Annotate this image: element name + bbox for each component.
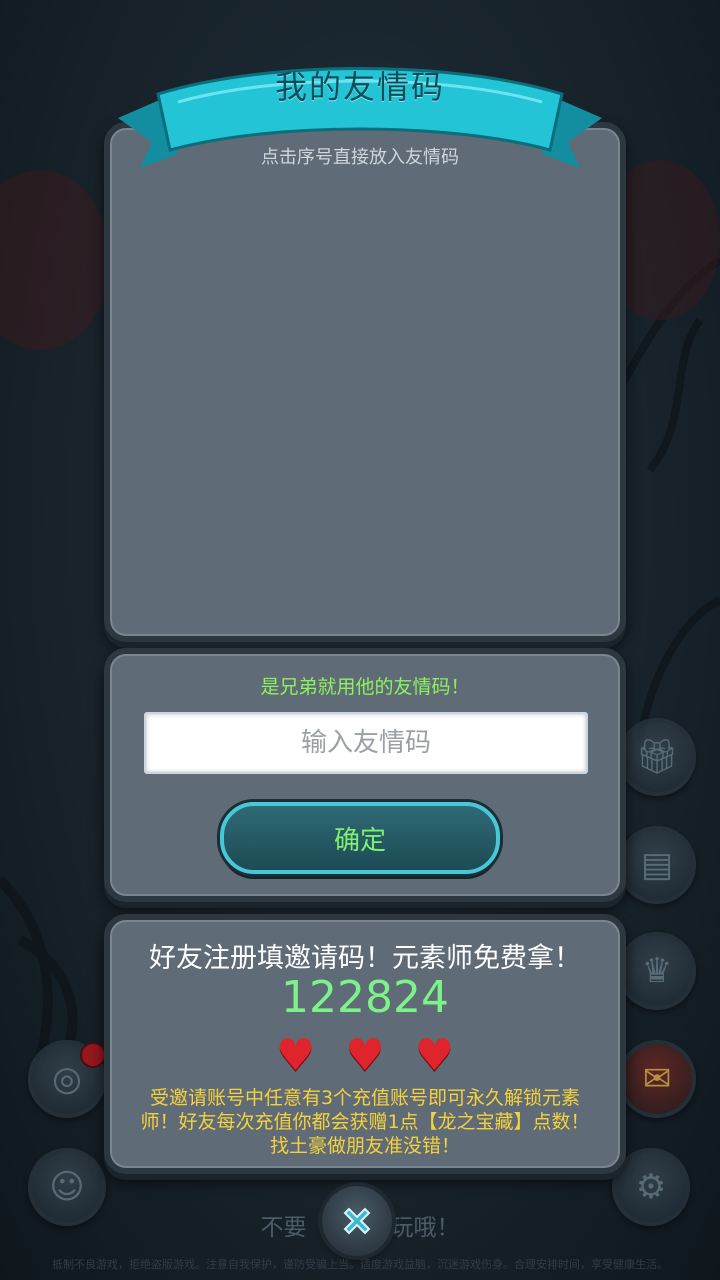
page-subtitle: 点击序号直接放入友情码 xyxy=(261,147,459,168)
hearts-row: ♥ ♥ ♥ xyxy=(110,1034,620,1078)
gift-icon: 🎁︎ xyxy=(635,737,679,777)
gift-button[interactable]: 🎁︎ xyxy=(618,718,696,796)
confirm-button-label: 确定 xyxy=(333,825,386,856)
notification-dot xyxy=(82,1044,104,1066)
friend-code-input[interactable] xyxy=(144,712,588,774)
gear-icon: ⚙ xyxy=(635,1167,667,1207)
face-icon: ☺ xyxy=(49,1167,85,1207)
health-notice: 抵制不良游戏，拒绝盗版游戏。注意自我保护，谨防受骗上当。适度游戏益脑，沉迷游戏伤… xyxy=(52,1258,668,1271)
trophy-button[interactable]: ♛ xyxy=(618,932,696,1010)
red-envelope-button[interactable]: ✉ xyxy=(618,1040,696,1118)
heart-icon: ♥ xyxy=(275,1030,316,1081)
red-envelope-icon: ✉ xyxy=(642,1059,672,1099)
cards-icon: ▤ xyxy=(640,845,674,885)
close-button[interactable] xyxy=(322,1186,392,1256)
page-title: 我的友情码 xyxy=(274,68,445,106)
enter-code-hint: 是兄弟就用他的友情码！ xyxy=(260,676,470,698)
bottom-hint-left: 不要 xyxy=(260,1215,307,1241)
invite-code: 122824 xyxy=(281,972,449,1023)
dragon-icon: ◎ xyxy=(52,1059,82,1099)
enter-code-panel: 是兄弟就用他的友情码！ 确定 xyxy=(104,648,626,902)
cards-button[interactable]: ▤ xyxy=(618,826,696,904)
invite-info-panel: 好友注册填邀请码！元素师免费拿！ 122824 ♥ ♥ ♥ 受邀请账号中任意有3… xyxy=(104,914,626,1174)
heart-icon: ♥ xyxy=(345,1030,385,1081)
invite-title: 好友注册填邀请码！元素师免费拿！ xyxy=(149,943,581,974)
bottom-hint-right: 玩哦！ xyxy=(390,1215,460,1241)
close-icon xyxy=(343,1207,371,1235)
friend-code-list-panel xyxy=(104,122,626,642)
trophy-icon: ♛ xyxy=(641,951,673,991)
confirm-button[interactable]: 确定 xyxy=(220,802,500,874)
dragon-treasure-button[interactable]: ◎ xyxy=(28,1040,106,1118)
heart-icon: ♥ xyxy=(414,1030,455,1081)
invite-description: 受邀请账号中任意有3个充值账号即可永久解锁元素师！好友每次充值你都会获赠1点【龙… xyxy=(140,1087,590,1157)
